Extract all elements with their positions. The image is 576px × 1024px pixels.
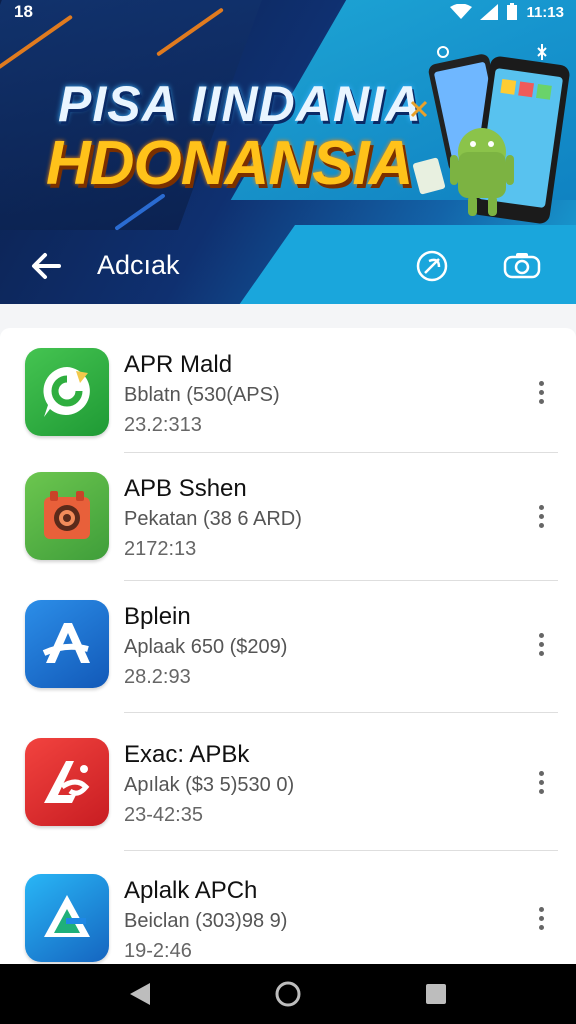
app-name: Bplein [124, 603, 191, 630]
app-date: 28.2:93 [124, 666, 191, 688]
dot [538, 924, 544, 930]
nav-home-button[interactable] [258, 974, 318, 1014]
header-banner: 18 11:13 PISA IINDANIA HDONANSIA Adcıak [0, 0, 576, 304]
page-title: Adcıak [97, 250, 180, 280]
share-button[interactable] [410, 246, 454, 286]
dot [538, 389, 544, 395]
dot [538, 770, 544, 776]
banner-title-line1: PISA IINDANIA [58, 76, 422, 132]
banner-title-line2: HDONANSIA [46, 129, 413, 198]
screen: 18 11:13 PISA IINDANIA HDONANSIA Adcıak … [0, 0, 576, 1024]
app-date: 19-2:46 [124, 940, 192, 962]
dot [538, 398, 544, 404]
camera-icon [25, 472, 109, 560]
back-button[interactable] [24, 246, 68, 286]
app-date: 23.2:313 [124, 414, 202, 436]
app-date: 23-42:35 [124, 804, 203, 826]
circle-home-icon [275, 981, 301, 1007]
chat-bubble-icon [25, 348, 109, 436]
app-name: APB Sshen [124, 475, 247, 502]
dot [538, 380, 544, 386]
app-meta: Beiclan (303)98 9) [124, 910, 288, 932]
triangle-back-icon [130, 983, 150, 1005]
app-meta: Aplaak 650 ($209) [124, 636, 288, 658]
a-logo-icon [25, 600, 109, 688]
dot [538, 513, 544, 519]
camera-switch-icon [503, 253, 541, 279]
status-clock: 11:13 [526, 3, 564, 21]
wifi-icon [450, 4, 473, 20]
app-list: APR Mald Bblatn (530(APS) 23.2:313 APB S [0, 328, 576, 968]
more-options-button[interactable] [525, 494, 557, 538]
nav-recents-button[interactable] [406, 974, 466, 1014]
app-date: 2172:13 [124, 538, 197, 560]
battery-icon [506, 3, 518, 21]
adobe-like-icon [25, 738, 109, 826]
app-meta: Bblatn (530(APS) [124, 384, 280, 406]
dot [538, 915, 544, 921]
app-meta: Apılak ($3 5)530 0) [124, 774, 295, 796]
status-bar: 18 11:13 [0, 0, 576, 26]
more-options-button[interactable] [525, 760, 557, 804]
dot [538, 788, 544, 794]
divider [124, 712, 558, 713]
signal-icon [480, 4, 499, 20]
dot [538, 906, 544, 912]
dot [538, 779, 544, 785]
dot [538, 632, 544, 638]
status-icons: 11:13 [450, 3, 564, 21]
divider [124, 850, 558, 851]
app-name: APR Mald [124, 351, 233, 378]
app-meta: Pekatan (38 6 ARD) [124, 508, 302, 530]
status-time: 18 [14, 2, 33, 21]
leaf-share-icon [416, 250, 448, 282]
square-recents-icon [426, 984, 446, 1004]
app-name: Aplalk APCh [124, 877, 258, 904]
back-arrow-icon [32, 253, 61, 279]
toolbar: Adcıak [0, 238, 576, 294]
android-phones-illustration [410, 40, 570, 240]
more-options-button[interactable] [525, 622, 557, 666]
divider [124, 580, 558, 581]
dot [538, 522, 544, 528]
dot [538, 641, 544, 647]
arrow-triangle-icon [25, 874, 109, 962]
more-options-button[interactable] [525, 370, 557, 414]
system-nav-bar [0, 964, 576, 1024]
divider [124, 452, 558, 453]
camera-button[interactable] [500, 246, 544, 286]
dot [538, 504, 544, 510]
nav-back-button[interactable] [110, 974, 170, 1014]
app-name: Exac: APBk [124, 741, 250, 768]
dot [538, 650, 544, 656]
more-options-button[interactable] [525, 896, 557, 940]
